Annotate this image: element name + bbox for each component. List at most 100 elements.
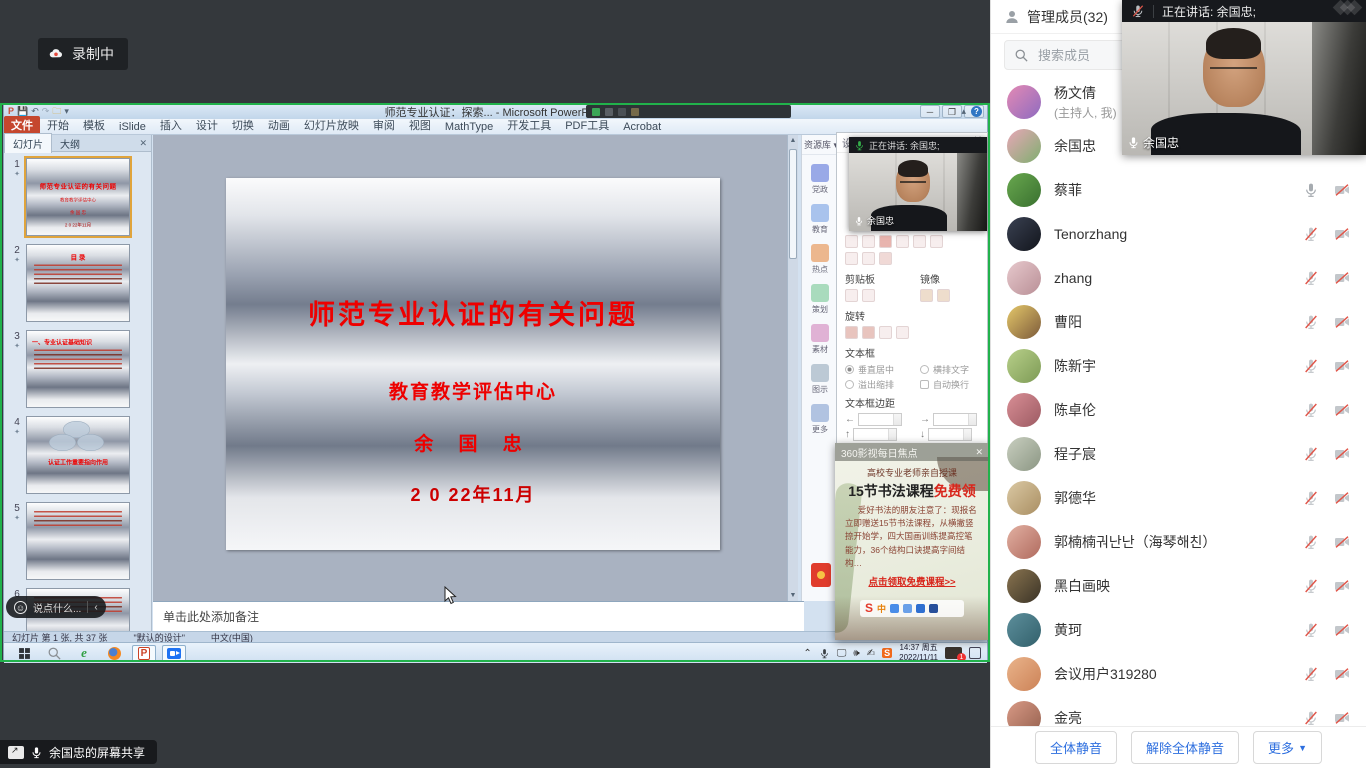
slide-thumbnail[interactable]: 目 录 bbox=[26, 244, 130, 322]
tray-mic-icon[interactable] bbox=[819, 648, 830, 659]
resource-sidebar-title[interactable]: 资源库 ▾ bbox=[802, 135, 838, 155]
tray-display-icon[interactable]: 🖵 bbox=[837, 648, 847, 659]
ribbon-tab-iSlide[interactable]: iSlide bbox=[112, 120, 153, 134]
ad-popup[interactable]: 360影视每日焦点 ✕ 高校专业老师亲自授课 15节书法课程免费领 爱好书法的朋… bbox=[835, 443, 989, 640]
ribbon-tab-PDF工具[interactable]: PDF工具 bbox=[558, 116, 616, 134]
member-camera-icon[interactable] bbox=[1334, 182, 1350, 198]
meeting-icon[interactable] bbox=[162, 645, 186, 662]
resource-item-策划[interactable]: 策划 bbox=[802, 284, 838, 315]
member-row[interactable]: Tenorzhang bbox=[991, 212, 1366, 256]
ribbon-tab-file[interactable]: 文件 bbox=[4, 116, 40, 134]
tray-clock[interactable]: 14:37 周五 2022/11/11 bbox=[899, 643, 938, 662]
recording-badge[interactable]: 录制中 bbox=[38, 38, 128, 70]
chevron-up-icon[interactable]: ⌃ bbox=[803, 648, 811, 659]
collapse-ribbon-icon[interactable]: ▴ bbox=[961, 106, 966, 117]
ppt-titlebar[interactable]: 师范专业认证：探索... - Microsoft PowerPoint P 💾 … bbox=[4, 104, 987, 119]
member-camera-icon[interactable] bbox=[1334, 490, 1350, 506]
member-row[interactable]: 陈新宇 bbox=[991, 344, 1366, 388]
search-icon[interactable] bbox=[42, 645, 66, 662]
member-camera-icon[interactable] bbox=[1334, 578, 1350, 594]
emoji-icon[interactable]: ☺ bbox=[14, 601, 27, 614]
collapse-bubble-icon[interactable]: ‹ bbox=[94, 602, 97, 613]
textbox-option[interactable]: 垂直居中 bbox=[837, 361, 912, 376]
ribbon-tab-视图[interactable]: 视图 bbox=[402, 116, 438, 134]
margin-right-field[interactable]: → bbox=[912, 411, 987, 426]
member-mic-icon[interactable] bbox=[1303, 490, 1319, 506]
member-row[interactable]: 曹阳 bbox=[991, 300, 1366, 344]
undo-icon[interactable]: ↶ bbox=[31, 107, 39, 116]
ribbon-tab-Acrobat[interactable]: Acrobat bbox=[616, 120, 668, 134]
speaker-video-window[interactable]: 正在讲话: 余国忠; 余国忠 bbox=[1122, 0, 1366, 155]
member-camera-icon[interactable] bbox=[1334, 666, 1350, 682]
member-camera-icon[interactable] bbox=[1334, 534, 1350, 550]
member-mic-icon[interactable] bbox=[1303, 182, 1319, 198]
firefox-icon[interactable] bbox=[102, 645, 126, 662]
minimize-button[interactable]: ─ bbox=[920, 105, 940, 118]
maximize-button[interactable]: ❐ bbox=[942, 105, 962, 118]
more-button[interactable]: 更多▼ bbox=[1253, 731, 1322, 764]
member-camera-icon[interactable] bbox=[1334, 226, 1350, 242]
member-mic-icon[interactable] bbox=[1303, 402, 1319, 418]
camera-badge-icon[interactable]: 1 bbox=[945, 647, 962, 659]
resource-item-图示[interactable]: 图示 bbox=[802, 364, 838, 395]
scroll-up-icon[interactable]: ▲ bbox=[788, 135, 798, 146]
member-mic-icon[interactable] bbox=[1303, 710, 1319, 726]
ribbon-tab-开发工具[interactable]: 开发工具 bbox=[500, 116, 558, 134]
member-row[interactable]: 黑白画映 bbox=[991, 564, 1366, 608]
margin-left-field[interactable]: ← bbox=[837, 411, 912, 426]
member-mic-icon[interactable] bbox=[1303, 666, 1319, 682]
resource-item-热点[interactable]: 热点 bbox=[802, 244, 838, 275]
start-icon[interactable] bbox=[12, 645, 36, 662]
ribbon-tab-审阅[interactable]: 审阅 bbox=[366, 116, 402, 134]
tray-volume-icon[interactable]: 🕪 bbox=[853, 648, 859, 659]
tab-slides[interactable]: 幻灯片 bbox=[4, 133, 52, 153]
editor-scrollbar[interactable]: ▲ ▼ bbox=[787, 135, 798, 601]
member-camera-icon[interactable] bbox=[1334, 446, 1350, 462]
member-camera-icon[interactable] bbox=[1334, 710, 1350, 726]
scroll-down-icon[interactable]: ▼ bbox=[788, 590, 798, 601]
resource-item-党政[interactable]: 党政 bbox=[802, 164, 838, 195]
member-camera-icon[interactable] bbox=[1334, 622, 1350, 638]
member-mic-icon[interactable] bbox=[1303, 358, 1319, 374]
ribbon-tab-幻灯片放映[interactable]: 幻灯片放映 bbox=[297, 116, 366, 134]
margin-top-field[interactable]: ↑ bbox=[837, 426, 912, 441]
slide-thumbnail[interactable]: 师范专业认证的有关问题 教育教学评估中心 余 国 忠 2 0 22年11月 bbox=[26, 158, 130, 236]
member-camera-icon[interactable] bbox=[1334, 270, 1350, 286]
member-mic-icon[interactable] bbox=[1303, 578, 1319, 594]
member-mic-icon[interactable] bbox=[1303, 270, 1319, 286]
unmute-all-button[interactable]: 解除全体静音 bbox=[1131, 731, 1239, 764]
ie-icon[interactable]: e bbox=[72, 645, 96, 662]
ribbon-tab-模板[interactable]: 模板 bbox=[76, 116, 112, 134]
quick-access-toolbar[interactable]: P 💾 ↶ ↷ 🗀 ▾ bbox=[4, 107, 69, 116]
textbox-option[interactable]: 溢出缩排 bbox=[837, 376, 912, 391]
qat-dropdown-icon[interactable]: ▾ bbox=[64, 107, 69, 116]
ribbon-tab-动画[interactable]: 动画 bbox=[261, 116, 297, 134]
sogou-icon[interactable]: S bbox=[882, 648, 892, 658]
resource-item-教育[interactable]: 教育 bbox=[802, 204, 838, 235]
member-row[interactable]: 会议用户319280 bbox=[991, 652, 1366, 696]
member-row[interactable]: 蔡菲 bbox=[991, 168, 1366, 212]
member-camera-icon[interactable] bbox=[1334, 402, 1350, 418]
textbox-option[interactable]: 自动换行 bbox=[912, 376, 987, 391]
resource-item-素材[interactable]: 素材 bbox=[802, 324, 838, 355]
close-panel-icon[interactable]: ✕ bbox=[139, 138, 147, 149]
floating-toolbar-overlay[interactable] bbox=[586, 105, 791, 118]
ribbon-tab-MathType[interactable]: MathType bbox=[438, 120, 500, 134]
save-icon[interactable]: 💾 bbox=[17, 107, 28, 116]
ad-claim-link[interactable]: 点击领取免费课程>> bbox=[835, 574, 989, 588]
red-packet-icon[interactable] bbox=[811, 563, 831, 587]
resource-item-更多[interactable]: 更多 bbox=[802, 404, 838, 435]
ribbon-tab-插入[interactable]: 插入 bbox=[153, 116, 189, 134]
margin-bottom-field[interactable]: ↓ bbox=[912, 426, 987, 441]
member-row[interactable]: 郭德华 bbox=[991, 476, 1366, 520]
redo-icon[interactable]: ↷ bbox=[42, 107, 50, 116]
member-mic-icon[interactable] bbox=[1303, 446, 1319, 462]
slide-editor[interactable]: 师范专业认证的有关问题 教育教学评估中心 余 国 忠 2 0 22年11月 ▲ … bbox=[153, 135, 798, 601]
member-row[interactable]: zhang bbox=[991, 256, 1366, 300]
tray-pen-icon[interactable]: ✍ bbox=[867, 648, 875, 659]
slide-canvas[interactable]: 师范专业认证的有关问题 教育教学评估中心 余 国 忠 2 0 22年11月 bbox=[226, 178, 720, 550]
member-row[interactable]: 郭楠楠궈난난（海琴해친） bbox=[991, 520, 1366, 564]
textbox-option[interactable]: 横排文字 bbox=[912, 361, 987, 376]
ribbon-tab-开始[interactable]: 开始 bbox=[40, 116, 76, 134]
ribbon-right-controls[interactable]: ▴ ? bbox=[961, 106, 982, 117]
